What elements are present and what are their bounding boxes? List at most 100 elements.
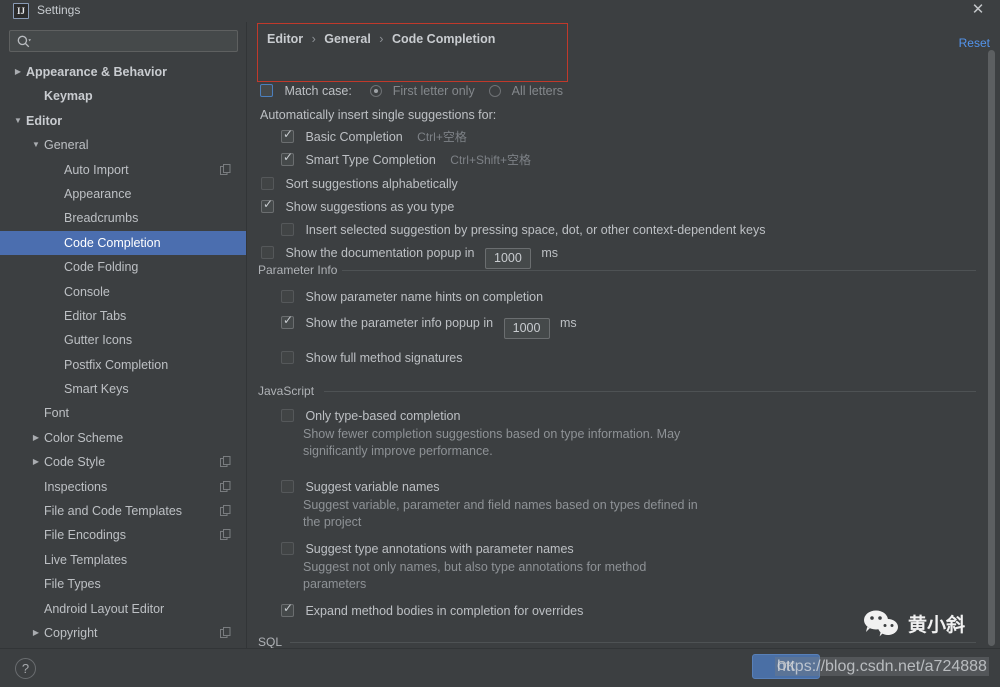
sidebar-item-label: File Types [44,577,101,592]
option-insert-selected-suggestion[interactable]: Insert selected suggestion by pressing s… [281,221,765,239]
option-sort-suggestions[interactable]: Sort suggestions alphabetically [261,175,458,193]
sidebar-item-label: Code Completion [64,235,161,250]
sidebar-item-label: Copyright [44,625,98,640]
main-scrollbar-thumb[interactable] [988,50,995,646]
option-show-suggestions-as-you-type[interactable]: Show suggestions as you type [261,197,454,216]
match-case-checkbox[interactable] [260,84,273,97]
sidebar-item-font[interactable]: Font [0,401,247,425]
sidebar-item-label: General [44,138,89,153]
main-scrollbar[interactable] [988,36,998,646]
section-parameter-info: Parameter Info [258,263,976,277]
smart-type-completion-checkbox[interactable] [281,150,294,166]
sidebar-item-label: Appearance & Behavior [26,65,168,79]
sidebar-item-code-style[interactable]: ▶ Code Style [0,450,247,474]
expand-method-bodies-checkbox[interactable] [281,601,294,617]
sidebar-item-label: File Encodings [44,528,126,543]
copy-settings-icon[interactable] [220,480,231,493]
sidebar-item-label: Color Scheme [44,430,124,445]
suggest-variable-names-checkbox[interactable] [281,480,294,493]
sidebar-item-label: Code Style [44,455,106,470]
sort-suggestions-label: Sort suggestions alphabetically [285,177,458,191]
option-full-method-signatures[interactable]: Show full method signatures [281,349,462,367]
sidebar-item-label: Editor [26,113,63,128]
section-javascript: JavaScript [258,384,976,398]
settings-main-panel: Reset Editor › General › Code Completion… [247,22,1000,648]
search-input[interactable] [36,31,234,51]
settings-sidebar: ▶ Appearance & Behavior Keymap ▼ Editor ▼ Gene… [0,22,482,648]
parameter-info-popup-delay-input[interactable]: 1000 [503,318,550,339]
breadcrumb-item-code-completion[interactable]: Code Completion [392,32,495,46]
section-rule [324,391,976,392]
sidebar-item-appearance-behavior[interactable]: ▶ Appearance & Behavior [0,60,247,84]
settings-tree[interactable]: ▶ Appearance & Behavior Keymap ▼ Editor ▼ Gene… [0,60,247,648]
sidebar-item-live-templates[interactable]: Live Templates [0,548,247,572]
sidebar-item-color-scheme[interactable]: ▶ Color Scheme [0,426,247,450]
sidebar-item-code-folding[interactable]: Code Folding [0,255,247,279]
search-box[interactable] [9,30,238,52]
basic-completion-checkbox[interactable] [281,127,294,143]
sidebar-item-code-completion[interactable]: Code Completion [0,230,247,256]
sidebar-scrollbar[interactable] [237,22,482,610]
sidebar-item-file-and-code-templates[interactable]: File and Code Templates [0,499,247,523]
sidebar-item-editor[interactable]: ▼ Editor [0,109,247,133]
parameter-name-hints-label: Show parameter name hints on completion [305,290,544,304]
option-suggest-variable-names[interactable]: Suggest variable names [281,478,440,496]
parameter-info-popup-checkbox[interactable] [281,313,294,329]
close-icon[interactable]: ✕ [970,2,986,18]
help-icon[interactable]: ? [15,658,36,679]
sidebar-item-label: Keymap [44,89,93,104]
sidebar-item-editor-tabs[interactable]: Editor Tabs [0,304,247,328]
sidebar-item-console[interactable]: Console [0,280,247,304]
breadcrumb-separator: › [379,32,384,46]
option-basic-completion[interactable]: Basic Completion Ctrl+空格 [281,127,467,146]
sidebar-item-postfix-completion[interactable]: Postfix Completion [0,353,247,377]
copy-settings-icon[interactable] [220,505,231,517]
chevron-down-icon[interactable]: ▼ [12,109,24,133]
sidebar-item-label: File and Code Templates [44,504,183,519]
match-case-label: Match case: [284,84,352,98]
radio-all-letters[interactable] [489,85,502,97]
sidebar-item-appearance[interactable]: Appearance [0,182,247,206]
chevron-right-icon[interactable]: ▶ [12,60,24,84]
option-smart-type-completion[interactable]: Smart Type Completion Ctrl+Shift+空格 [281,150,531,169]
sidebar-item-file-encodings[interactable]: File Encodings [0,523,247,547]
copy-settings-icon[interactable] [220,529,231,541]
sidebar-item-smart-keys[interactable]: Smart Keys [0,377,247,401]
sidebar-item-keymap[interactable]: Keymap [0,84,247,108]
radio-first-letter-only[interactable] [370,85,383,97]
option-only-type-based-completion[interactable]: Only type-based completion [281,407,460,425]
sidebar-item-android-layout-editor[interactable]: Android Layout Editor [0,597,247,621]
suggest-variable-names-label: Suggest variable names [305,480,440,494]
chevron-right-icon[interactable]: ▶ [30,621,42,645]
only-type-based-completion-checkbox[interactable] [281,409,294,422]
parameter-name-hints-checkbox[interactable] [281,290,294,303]
sidebar-item-gutter-icons[interactable]: Gutter Icons [0,328,247,352]
full-method-signatures-checkbox[interactable] [281,351,294,364]
copy-settings-icon[interactable] [220,456,231,468]
chevron-right-icon[interactable]: ▶ [30,450,42,474]
show-suggestions-checkbox[interactable] [261,197,274,213]
option-expand-method-bodies[interactable]: Expand method bodies in completion for o… [281,601,583,620]
option-suggest-type-annotations[interactable]: Suggest type annotations with parameter … [281,540,574,558]
insert-selected-suggestion-checkbox[interactable] [281,223,294,236]
documentation-popup-checkbox[interactable] [261,246,274,259]
chevron-right-icon[interactable]: ▶ [30,426,42,450]
ok-button[interactable]: OK [752,654,820,679]
reset-link[interactable]: Reset [959,36,990,50]
breadcrumb-item-editor[interactable]: Editor [267,32,303,46]
sidebar-item-inspections[interactable]: Inspections [0,475,247,499]
sidebar-item-file-types[interactable]: File Types [0,572,247,596]
only-type-based-completion-label: Only type-based completion [305,409,461,423]
sidebar-item-general[interactable]: ▼ General [0,133,247,157]
sort-suggestions-checkbox[interactable] [261,177,274,190]
copy-settings-icon[interactable] [220,163,231,176]
option-parameter-info-popup[interactable]: Show the parameter info popup in 1000 ms [281,313,577,339]
option-parameter-name-hints[interactable]: Show parameter name hints on completion [281,288,543,306]
chevron-down-icon[interactable]: ▼ [30,133,42,157]
sidebar-item-auto-import[interactable]: Auto Import [0,158,247,182]
suggest-type-annotations-checkbox[interactable] [281,542,294,555]
sidebar-item-breadcrumbs[interactable]: Breadcrumbs [0,206,247,230]
breadcrumb-item-general[interactable]: General [324,32,371,46]
copy-settings-icon[interactable] [220,626,231,639]
sidebar-item-copyright[interactable]: ▶ Copyright [0,621,247,645]
